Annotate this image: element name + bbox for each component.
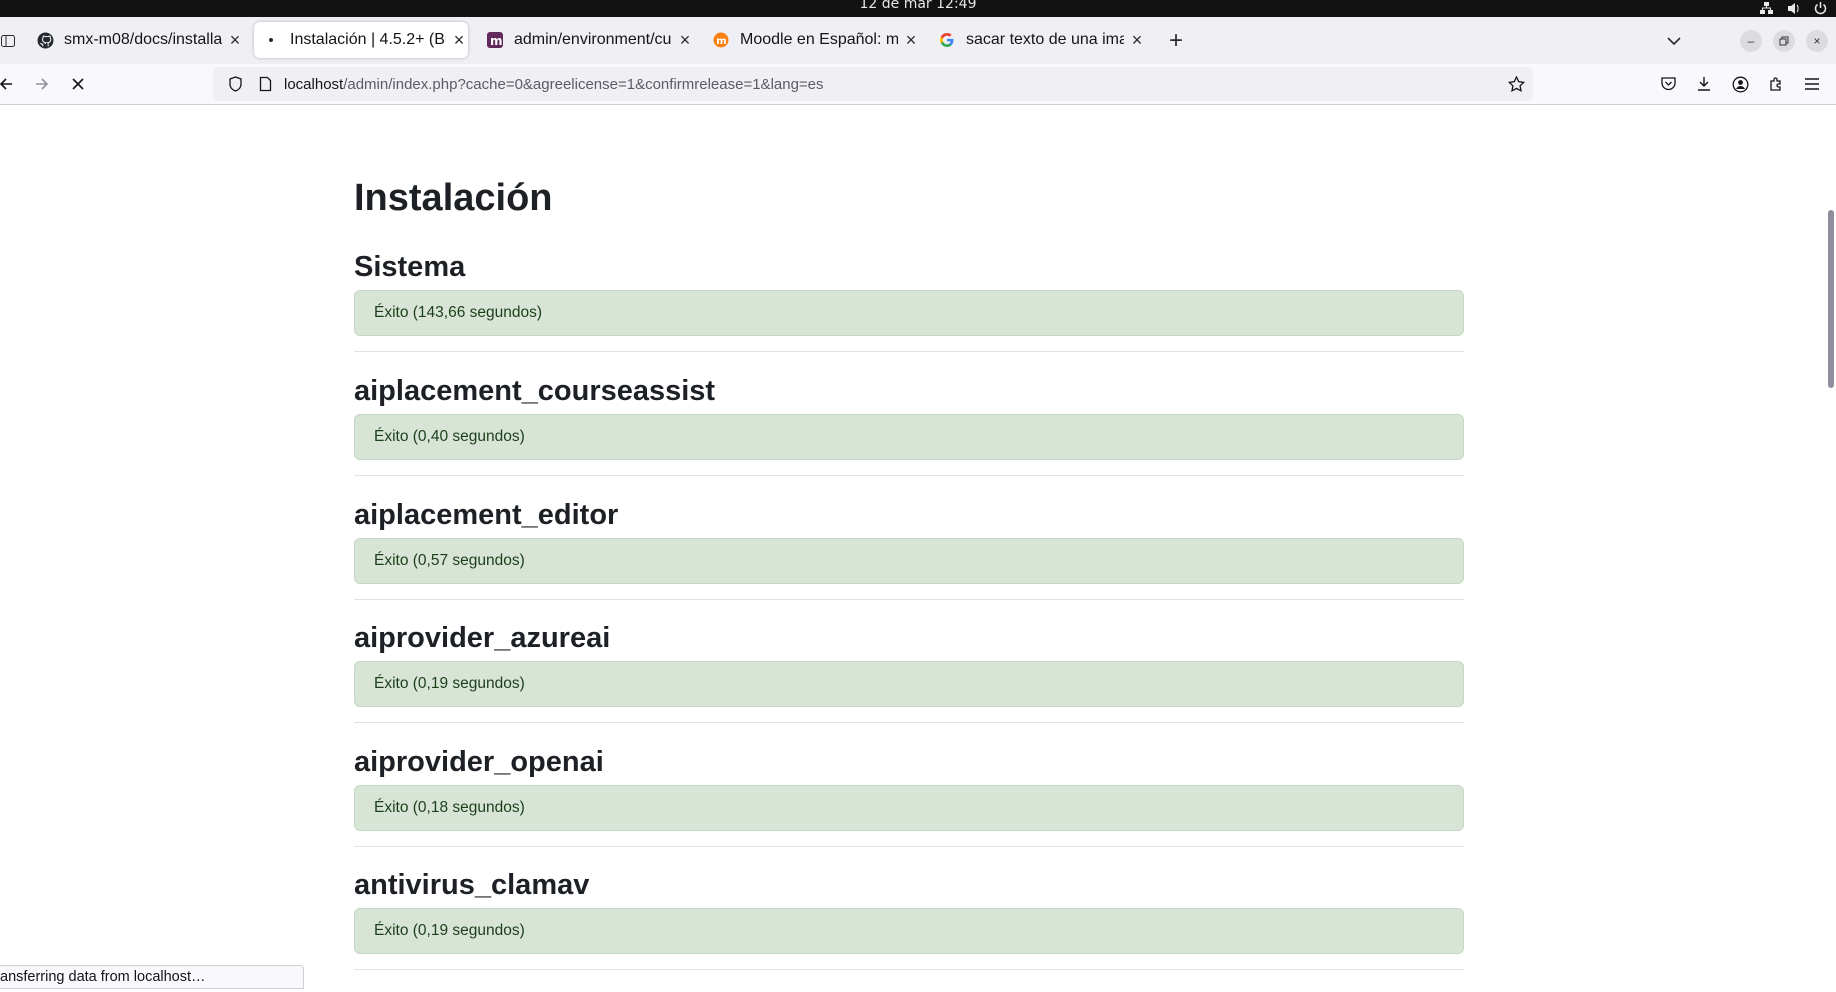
section-heading: aiplacement_courseassist xyxy=(354,375,716,407)
tab-strip: smx-m08/docs/installacio × Instalación |… xyxy=(0,17,1836,64)
moodle-m-icon: m xyxy=(486,31,504,49)
section-heading: aiplacement_editor xyxy=(354,499,619,531)
section-divider xyxy=(354,599,1464,600)
puzzle-icon xyxy=(1770,77,1781,91)
success-notification: Éxito (0,19 segundos) xyxy=(354,661,1464,707)
install-section-sistema: Sistema Éxito (143,66 segundos) xyxy=(354,250,1464,374)
status-tooltip: ansferring data from localhost… xyxy=(0,965,304,989)
tab-admin-environment[interactable]: m admin/environment/cust × xyxy=(478,22,694,58)
tab-title: smx-m08/docs/installacio xyxy=(64,31,222,48)
page-title: Instalación xyxy=(354,177,553,219)
close-tab-icon[interactable]: × xyxy=(676,30,694,50)
loading-dot-icon xyxy=(262,31,280,49)
stop-loading-button[interactable] xyxy=(62,68,94,100)
section-divider xyxy=(354,969,1464,970)
section-divider xyxy=(354,351,1464,352)
install-section-aiprovider-openai: aiprovider_openai Éxito (0,18 segundos) xyxy=(354,745,1464,869)
install-section-antivirus-clamav: antivirus_clamav Éxito (0,19 segundos) xyxy=(354,868,1464,992)
google-icon xyxy=(938,31,956,49)
chevron-down-icon xyxy=(1667,36,1681,45)
tab-title: sacar texto de una image xyxy=(966,31,1124,48)
tab-title: Moodle en Español: moo xyxy=(740,31,898,48)
page-info-icon[interactable] xyxy=(253,76,277,92)
arrow-left-icon xyxy=(0,78,12,90)
moodle-orange-icon: m xyxy=(712,31,730,49)
success-notification: Éxito (143,66 segundos) xyxy=(354,290,1464,336)
url-path: /admin/index.php?cache=0&agreelicense=1&… xyxy=(343,75,824,93)
install-section-aiplacement-editor: aiplacement_editor Éxito (0,57 segundos) xyxy=(354,498,1464,622)
downloads-button[interactable] xyxy=(1688,68,1720,100)
restore-button[interactable] xyxy=(1773,30,1795,52)
install-section-aiprovider-azureai: aiprovider_azureai Éxito (0,19 segundos) xyxy=(354,621,1464,745)
tab-google-search[interactable]: sacar texto de una image × xyxy=(930,22,1146,58)
url-bar[interactable]: localhost/admin/index.php?cache=0&agreel… xyxy=(213,67,1533,101)
section-divider xyxy=(354,846,1464,847)
new-tab-button[interactable]: + xyxy=(1160,25,1192,57)
network-icon xyxy=(1759,1,1774,16)
github-icon xyxy=(36,31,54,49)
section-heading: antivirus_clamav xyxy=(354,869,590,901)
section-divider xyxy=(354,475,1464,476)
volume-icon xyxy=(1786,1,1801,16)
hamburger-menu-icon xyxy=(1805,78,1819,90)
system-clock[interactable]: 12 de mar 12:49 xyxy=(0,0,1836,12)
list-all-tabs-button[interactable] xyxy=(1660,27,1688,55)
tab-moodle-espanol[interactable]: m Moodle en Español: moo × xyxy=(704,22,920,58)
navigation-toolbar: localhost/admin/index.php?cache=0&agreel… xyxy=(0,64,1836,105)
url-host: localhost xyxy=(284,75,344,93)
pocket-icon xyxy=(1660,77,1676,91)
success-notification: Éxito (0,57 segundos) xyxy=(354,538,1464,584)
close-tab-icon[interactable]: × xyxy=(902,30,920,50)
close-window-button[interactable]: × xyxy=(1806,30,1828,52)
system-tray[interactable] xyxy=(1759,1,1828,16)
close-tab-icon[interactable]: × xyxy=(226,30,244,50)
success-notification: Éxito (0,18 segundos) xyxy=(354,785,1464,831)
page-scrollbar[interactable] xyxy=(1826,104,1836,988)
close-tab-icon[interactable]: × xyxy=(1128,30,1146,50)
url-text[interactable]: localhost/admin/index.php?cache=0&agreel… xyxy=(284,76,824,93)
sidebar-toggle-button[interactable] xyxy=(0,25,24,57)
tracking-protection-shield-icon[interactable] xyxy=(217,76,253,92)
account-icon xyxy=(1732,76,1748,92)
tab-instalacion[interactable]: Instalación | 4.5.2+ (Build × xyxy=(254,22,468,58)
app-menu-button[interactable] xyxy=(1796,68,1828,100)
svg-text:m: m xyxy=(490,34,503,48)
pocket-button[interactable] xyxy=(1652,68,1684,100)
extensions-button[interactable] xyxy=(1760,68,1792,100)
download-icon xyxy=(1698,77,1710,91)
install-section-aiplacement-courseassist: aiplacement_courseassist Éxito (0,40 seg… xyxy=(354,374,1464,498)
close-tab-icon[interactable]: × xyxy=(450,30,468,50)
scrollbar-thumb[interactable] xyxy=(1828,210,1834,388)
arrow-right-icon xyxy=(36,78,49,90)
section-heading: aiprovider_azureai xyxy=(354,622,611,654)
success-notification: Éxito (0,40 segundos) xyxy=(354,414,1464,460)
tab-title: admin/environment/cust xyxy=(514,31,672,48)
account-button[interactable] xyxy=(1724,68,1756,100)
stop-x-icon xyxy=(72,78,84,90)
power-icon xyxy=(1813,1,1828,16)
success-notification: Éxito (0,19 segundos) xyxy=(354,908,1464,954)
bookmark-star-icon[interactable] xyxy=(1507,75,1526,97)
svg-text:m: m xyxy=(716,36,726,47)
section-divider xyxy=(354,722,1464,723)
minimize-button[interactable]: – xyxy=(1740,30,1762,52)
tab-github[interactable]: smx-m08/docs/installacio × xyxy=(28,22,244,58)
section-heading: Sistema xyxy=(354,251,466,283)
section-heading: aiprovider_openai xyxy=(354,746,604,778)
tab-title: Instalación | 4.5.2+ (Build xyxy=(290,31,446,48)
system-top-bar: 12 de mar 12:49 xyxy=(0,0,1836,17)
forward-button[interactable] xyxy=(26,68,58,100)
back-button[interactable] xyxy=(0,68,22,100)
